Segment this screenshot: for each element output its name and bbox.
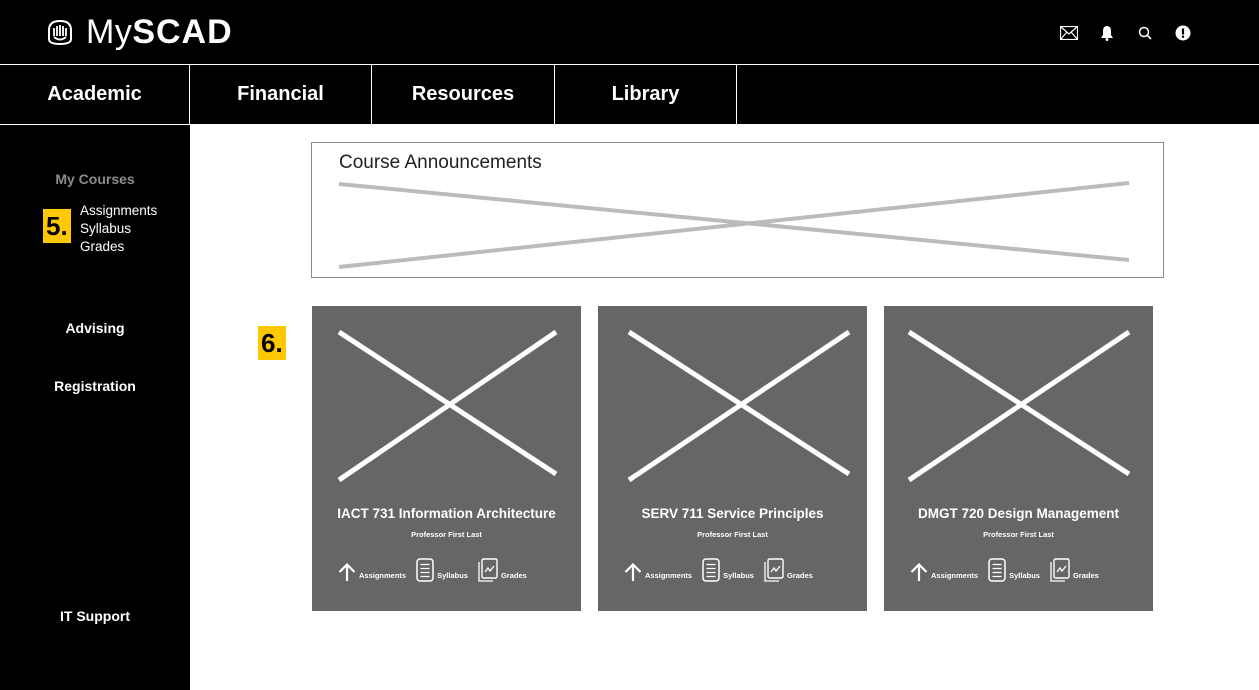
link-label: Grades <box>1072 571 1099 580</box>
course-card[interactable]: DMGT 720 Design Management Professor Fir… <box>884 306 1153 611</box>
course-card[interactable]: SERV 711 Service Principles Professor Fi… <box>598 306 867 611</box>
arrow-up-icon <box>624 562 642 581</box>
document-icon <box>702 558 720 582</box>
course-syllabus-link[interactable]: Syllabus <box>416 558 468 582</box>
link-label: Syllabus <box>437 571 468 580</box>
course-title: IACT 731 Information Architecture <box>337 506 556 521</box>
header-icon-bar <box>1060 24 1212 42</box>
logo-prefix: My <box>86 13 133 51</box>
course-assignments-link[interactable]: Assignments <box>338 562 406 582</box>
course-links: Assignments Syllabus Grades <box>338 558 537 582</box>
sidebar-item-registration[interactable]: Registration <box>0 378 190 394</box>
sidebar-item-syllabus[interactable]: Syllabus <box>80 220 131 238</box>
course-placeholder-image <box>627 329 851 483</box>
course-syllabus-link[interactable]: Syllabus <box>988 558 1040 582</box>
tab-resources[interactable]: Resources <box>372 65 555 124</box>
arrow-up-icon <box>338 562 356 581</box>
course-assignments-link[interactable]: Assignments <box>910 562 978 582</box>
course-grades-link[interactable]: Grades <box>1050 558 1099 582</box>
course-professor: Professor First Last <box>983 530 1054 539</box>
grades-chart-icon <box>1050 558 1070 582</box>
callout-6-badge: 6. <box>258 326 286 360</box>
myscad-logo[interactable]: MySCAD <box>44 14 233 50</box>
sidebar-item-grades[interactable]: Grades <box>80 238 124 256</box>
top-header: MySCAD <box>0 0 1259 64</box>
course-links: Assignments Syllabus Grades <box>910 558 1109 582</box>
bell-icon[interactable] <box>1098 24 1116 42</box>
course-title: DMGT 720 Design Management <box>917 506 1120 521</box>
sidebar-item-it-support[interactable]: IT Support <box>0 608 190 624</box>
course-grades-link[interactable]: Grades <box>764 558 813 582</box>
alert-icon[interactable] <box>1174 24 1192 42</box>
course-syllabus-link[interactable]: Syllabus <box>702 558 754 582</box>
course-links: Assignments Syllabus Grades <box>624 558 823 582</box>
arrow-up-icon <box>910 562 928 581</box>
grades-chart-icon <box>478 558 498 582</box>
callout-5-badge: 5. <box>43 209 71 243</box>
search-icon[interactable] <box>1136 24 1154 42</box>
document-icon <box>416 558 434 582</box>
announcements-title: Course Announcements <box>339 152 542 173</box>
tab-academic[interactable]: Academic <box>0 65 190 124</box>
tab-financial[interactable]: Financial <box>190 65 372 124</box>
main-nav: Academic Financial Resources Library <box>0 64 1259 124</box>
sidebar-item-advising[interactable]: Advising <box>0 320 190 336</box>
link-label: Assignments <box>931 571 979 580</box>
course-placeholder-image <box>907 329 1131 483</box>
logo-bold: SCAD <box>132 13 233 51</box>
course-grades-link[interactable]: Grades <box>478 558 527 582</box>
document-icon <box>988 558 1006 582</box>
course-title: SERV 711 Service Principles <box>641 506 824 521</box>
link-label: Grades <box>500 571 527 580</box>
course-professor: Professor First Last <box>411 530 482 539</box>
link-label: Grades <box>786 571 813 580</box>
link-label: Assignments <box>359 571 407 580</box>
logo-text: MySCAD <box>86 14 233 50</box>
course-professor: Professor First Last <box>697 530 768 539</box>
course-card[interactable]: IACT 731 Information Architecture Profes… <box>312 306 581 611</box>
sidebar-item-assignments[interactable]: Assignments <box>80 202 157 220</box>
grades-chart-icon <box>764 558 784 582</box>
sidebar-heading-my-courses[interactable]: My Courses <box>0 171 190 187</box>
course-assignments-link[interactable]: Assignments <box>624 562 692 582</box>
link-label: Syllabus <box>723 571 754 580</box>
course-announcements-panel: Course Announcements <box>311 142 1164 278</box>
tab-library[interactable]: Library <box>555 65 737 124</box>
sidebar: My Courses Assignments Syllabus Grades A… <box>0 124 190 690</box>
scad-seal-icon <box>48 19 72 46</box>
link-label: Assignments <box>645 571 693 580</box>
mail-icon[interactable] <box>1060 24 1078 42</box>
course-placeholder-image <box>337 329 558 483</box>
link-label: Syllabus <box>1009 571 1040 580</box>
